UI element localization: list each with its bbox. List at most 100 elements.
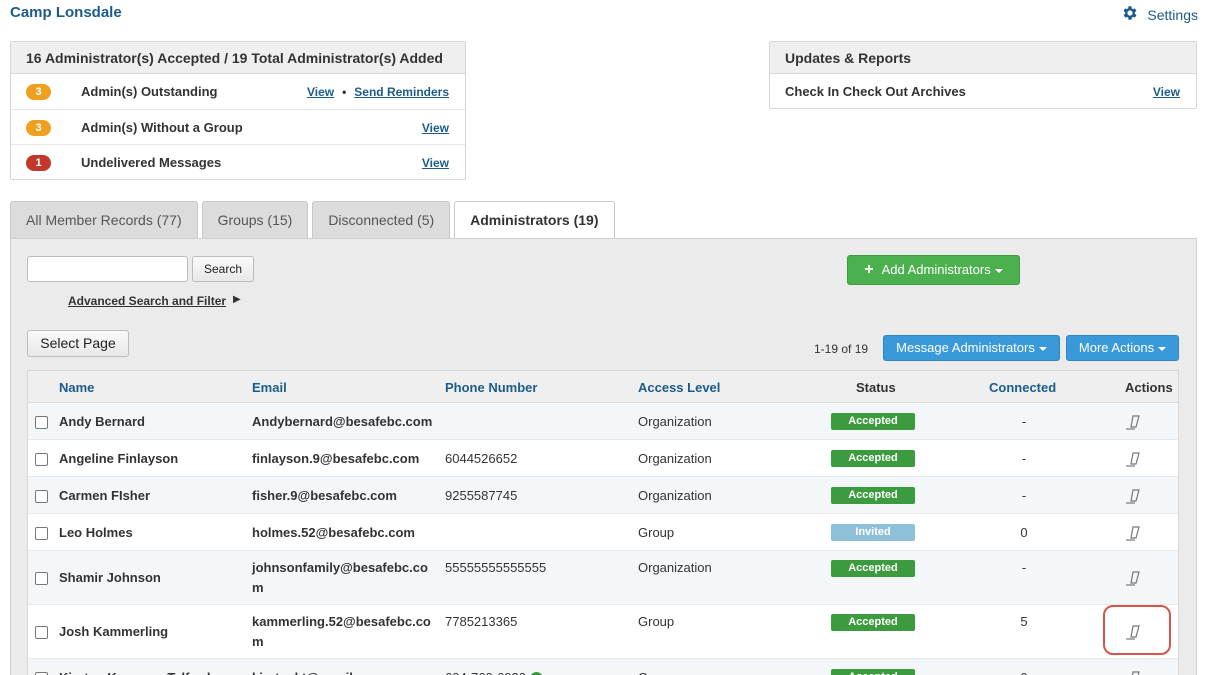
select-page-button[interactable]: Select Page	[27, 330, 129, 357]
send-reminders-link[interactable]: Send Reminders	[354, 85, 449, 99]
email-text: Andybernard@besafebc.com	[252, 414, 433, 429]
column-header-email[interactable]: Email	[252, 380, 287, 395]
view-outstanding-link[interactable]: View	[307, 85, 334, 99]
table-row: Angeline Finlayson finlayson.9@besafebc.c…	[28, 440, 1178, 477]
summary-row-undelivered: 1 Undelivered Messages View	[11, 145, 465, 181]
admin-email: finlayson.9@besafebc.com	[252, 449, 419, 469]
add-administrators-label: Add Administrators	[881, 262, 991, 277]
updates-reports-panel: Updates & Reports Check In Check Out Arc…	[769, 41, 1197, 109]
summary-row-label: Undelivered Messages	[81, 155, 222, 170]
tab-all-member-records[interactable]: All Member Records (77)	[10, 201, 198, 239]
view-without-group-link[interactable]: View	[422, 121, 449, 135]
email-text: fisher.9@besafebc.com	[252, 488, 397, 503]
status-badge: Accepted	[831, 560, 915, 577]
view-archives-link[interactable]: View	[1153, 85, 1180, 99]
connected-count: -	[1021, 560, 1027, 575]
settings-label: Settings	[1147, 6, 1198, 23]
admin-access-level: Group	[638, 668, 674, 675]
admin-name[interactable]: Carmen FIsher	[59, 486, 150, 506]
admin-name[interactable]: Shamir Johnson	[59, 568, 161, 588]
admin-name[interactable]: Andy Bernard	[59, 412, 145, 432]
admin-name[interactable]: Angeline Finlayson	[59, 449, 178, 469]
row-checkbox[interactable]	[35, 416, 48, 429]
status-badge: Accepted	[831, 614, 915, 631]
summary-row-label: Admin(s) Outstanding	[81, 84, 218, 99]
edit-icon[interactable]	[1124, 412, 1144, 432]
tab-groups[interactable]: Groups (15)	[201, 201, 309, 239]
column-header-connected[interactable]: Connected	[989, 380, 1056, 395]
table-header: Name Email Phone Number Access Level Sta…	[28, 371, 1178, 403]
table-row: Josh Kammerling kammerling.52@besafebc.co…	[28, 605, 1178, 659]
admin-summary-panel: 16 Administrator(s) Accepted / 19 Total …	[10, 41, 466, 180]
status-badge: Invited	[831, 524, 915, 541]
summary-row-label: Admin(s) Without a Group	[81, 119, 243, 135]
row-checkbox[interactable]	[35, 453, 48, 466]
row-checkbox[interactable]	[35, 527, 48, 540]
status-badge: Accepted	[831, 669, 915, 675]
edit-icon[interactable]	[1124, 449, 1144, 469]
table-row: Kirsten Koppang Telford kirstenkt@gmail.c…	[28, 659, 1178, 675]
status-badge: Accepted	[831, 450, 915, 467]
edit-icon[interactable]	[1124, 668, 1144, 675]
connected-count: 0	[1020, 525, 1028, 540]
expand-arrow-icon[interactable]: ▶	[233, 294, 241, 305]
highlight-marker	[1103, 605, 1171, 655]
row-checkbox[interactable]	[35, 490, 48, 503]
summary-row-outstanding: 3 Admin(s) Outstanding View • Send Remin…	[11, 74, 465, 110]
tab-disconnected[interactable]: Disconnected (5)	[312, 201, 451, 239]
message-administrators-button[interactable]: Message Administrators	[883, 335, 1060, 361]
view-undelivered-link[interactable]: View	[422, 156, 449, 170]
count-badge: 3	[26, 119, 51, 136]
admin-name[interactable]: Josh Kammerling	[59, 622, 168, 642]
row-checkbox[interactable]	[35, 626, 48, 639]
connected-count: 5	[1020, 614, 1028, 629]
message-administrators-label: Message Administrators	[896, 340, 1035, 355]
organization-title[interactable]: Camp Lonsdale	[10, 4, 122, 21]
administrators-panel: Search Advanced Search and Filter ▶ + Add…	[10, 238, 1197, 675]
column-header-phone[interactable]: Phone Number	[445, 380, 537, 395]
advanced-search-link[interactable]: Advanced Search and Filter	[68, 294, 226, 308]
connected-count: -	[1021, 414, 1027, 429]
email-text-wrap: m	[252, 580, 264, 595]
table-row: Carmen FIsher fisher.9@besafebc.com 925558…	[28, 477, 1178, 514]
admin-phone: 55555555555555	[445, 560, 547, 575]
admin-email: kirstenkt@gmail.com	[252, 668, 383, 675]
email-text: finlayson.9@besafebc.com	[252, 451, 420, 466]
edit-icon[interactable]	[1124, 523, 1144, 543]
more-actions-label: More Actions	[1078, 340, 1155, 355]
edit-icon[interactable]	[1124, 486, 1144, 506]
admin-name[interactable]: Leo Holmes	[59, 523, 133, 543]
column-header-access-level[interactable]: Access Level	[638, 380, 720, 395]
admin-access-level: Organization	[638, 451, 712, 466]
plus-icon: +	[864, 261, 874, 278]
edit-icon[interactable]	[1124, 568, 1144, 588]
count-badge: 1	[26, 155, 51, 171]
search-input[interactable]	[27, 256, 188, 282]
admin-access-level: Organization	[638, 414, 712, 429]
email-text: johnsonfamily@besafebc.co	[252, 560, 428, 575]
chevron-down-icon	[994, 268, 1003, 273]
admin-email: johnsonfamily@besafebc.co m	[252, 558, 428, 598]
email-text: holmes.52@besafebc.com	[252, 525, 415, 540]
chevron-down-icon	[1158, 346, 1167, 351]
tab-administrators[interactable]: Administrators (19)	[454, 201, 615, 240]
column-header-name[interactable]: Name	[59, 380, 94, 395]
connected-count: 0	[1018, 668, 1030, 675]
connected-count: -	[1021, 451, 1027, 466]
top-bar: Camp Lonsdale Settings	[10, 4, 1198, 24]
column-header-status: Status	[856, 380, 896, 395]
admin-phone: 604-760-6930	[445, 668, 543, 675]
table-row: Leo Holmes holmes.52@besafebc.com Group Inv…	[28, 514, 1178, 551]
add-administrators-button[interactable]: + Add Administrators	[847, 255, 1020, 285]
summary-title: 16 Administrator(s) Accepted / 19 Total …	[11, 42, 465, 74]
settings-link[interactable]: Settings	[1121, 4, 1198, 25]
more-actions-button[interactable]: More Actions	[1066, 335, 1179, 361]
row-checkbox[interactable]	[35, 572, 48, 585]
column-header-actions: Actions	[1125, 380, 1173, 395]
updates-row: Check In Check Out Archives View	[770, 74, 1196, 109]
email-text: kammerling.52@besafebc.co	[252, 614, 431, 629]
status-badge: Accepted	[831, 487, 915, 504]
admin-name[interactable]: Kirsten Koppang Telford	[59, 668, 210, 675]
count-badge: 3	[26, 84, 51, 100]
search-button[interactable]: Search	[192, 256, 254, 282]
